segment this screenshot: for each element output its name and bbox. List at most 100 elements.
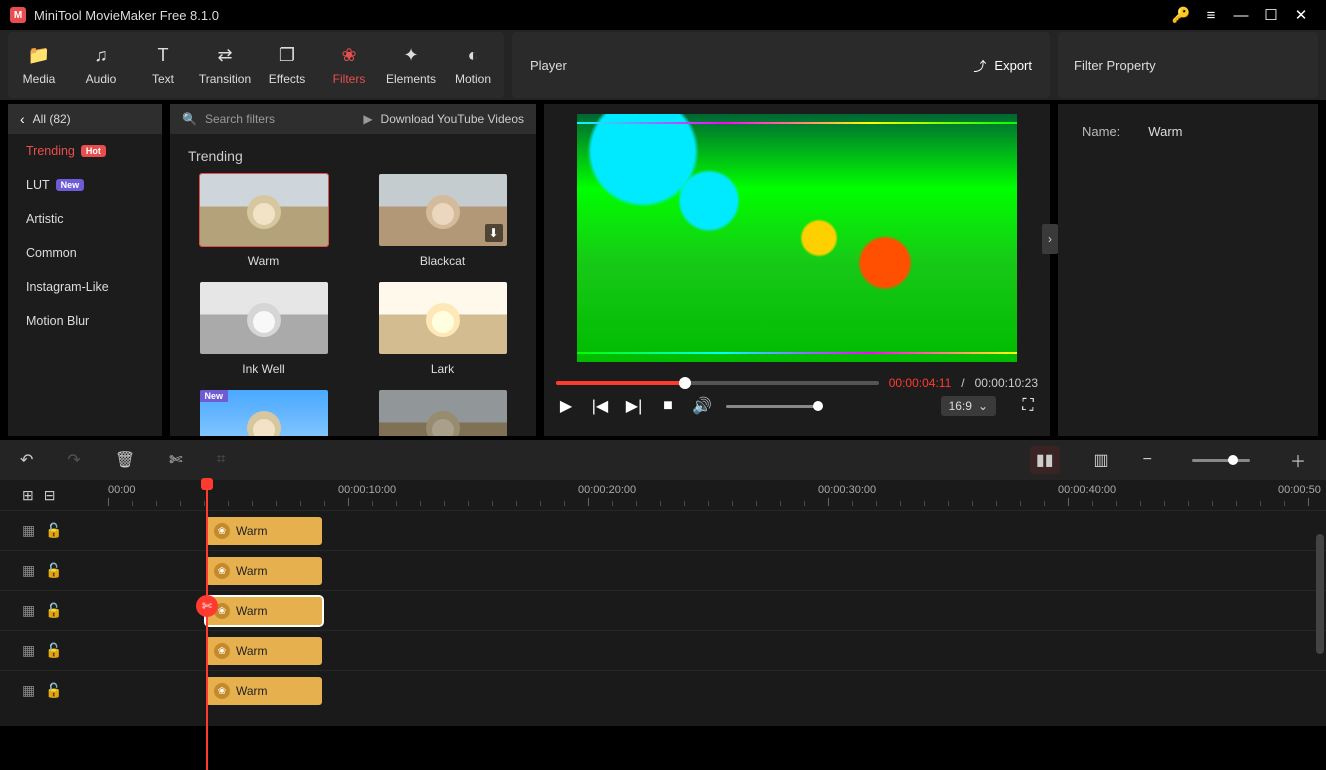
main-row: All (82) TrendingHotLUTNewArtisticCommon… xyxy=(0,104,1326,436)
filter-thumb-lark[interactable]: Lark xyxy=(367,282,518,376)
filter-thumb-item[interactable]: New xyxy=(188,390,339,436)
volume-icon[interactable]: 🔊 xyxy=(692,396,712,416)
tab-elements[interactable]: ✦Elements xyxy=(380,32,442,98)
track-lane[interactable]: ✄❀Warm xyxy=(90,590,1326,630)
category-trending[interactable]: TrendingHot xyxy=(8,134,162,168)
grid-section-title: Trending xyxy=(188,148,518,164)
crop-button[interactable]: ⌗ xyxy=(217,451,226,469)
track-head[interactable]: ▦🔓 xyxy=(0,550,90,590)
play-button[interactable]: ▶ xyxy=(556,396,576,416)
property-panel: Name: Warm xyxy=(1058,104,1318,436)
maximize-button[interactable]: ☐ xyxy=(1256,6,1286,24)
effects-icon: ❐ xyxy=(279,45,295,66)
timeline-ruler[interactable]: 00:0000:00:10:0000:00:20:0000:00:30:0000… xyxy=(90,480,1326,510)
zoom-slider[interactable] xyxy=(1192,459,1250,462)
hamburger-menu-icon[interactable]: ≡ xyxy=(1196,7,1226,24)
track-head[interactable]: ▦🔓 xyxy=(0,670,90,710)
youtube-icon[interactable]: ▶ xyxy=(363,112,372,126)
volume-slider[interactable] xyxy=(726,405,818,408)
vertical-scrollbar[interactable] xyxy=(1316,534,1324,654)
export-icon: ⤴ xyxy=(973,56,986,75)
time-total: 00:00:10:23 xyxy=(975,376,1038,390)
ruler-mark: 00:00 xyxy=(108,484,136,496)
export-label: Export xyxy=(994,58,1032,73)
download-icon[interactable]: ⬇ xyxy=(485,224,503,242)
lock-icon[interactable]: 🔓 xyxy=(45,522,62,539)
filmstrip-icon: ▦ xyxy=(22,562,35,579)
track-lane[interactable]: ❀Warm xyxy=(90,510,1326,550)
search-icon[interactable]: 🔍 xyxy=(182,112,197,126)
playhead[interactable] xyxy=(206,480,208,770)
redo-button[interactable]: ↷ xyxy=(67,450,80,470)
track-align-button[interactable]: ▥ xyxy=(1094,450,1109,470)
stop-button[interactable]: ■ xyxy=(658,397,678,415)
elements-icon: ✦ xyxy=(403,45,418,66)
tab-filters[interactable]: ❀Filters xyxy=(318,32,380,98)
clip-warm[interactable]: ❀Warm xyxy=(206,557,322,585)
preview-video[interactable] xyxy=(577,114,1017,362)
undo-button[interactable]: ↶ xyxy=(20,450,33,470)
fullscreen-button[interactable]: ⛶ xyxy=(1018,397,1038,415)
add-track-button[interactable]: ⊞ xyxy=(22,487,34,504)
track-head[interactable]: ▦🔓 xyxy=(0,510,90,550)
clip-warm[interactable]: ❀Warm xyxy=(206,637,322,665)
search-input[interactable]: Search filters xyxy=(205,112,275,126)
tab-motion[interactable]: ◐Motion xyxy=(442,32,504,98)
filter-thumb-warm[interactable]: Warm xyxy=(188,174,339,268)
filter-clip-icon: ❀ xyxy=(214,563,230,579)
ruler-mark: 00:00:50 xyxy=(1278,484,1321,496)
tab-media[interactable]: 📁Media xyxy=(8,32,70,98)
filter-thumb-item[interactable] xyxy=(367,390,518,436)
clip-warm[interactable]: ❀Warm xyxy=(206,597,322,625)
remove-track-button[interactable]: ⊟ xyxy=(44,487,56,504)
prev-frame-button[interactable]: |◀ xyxy=(590,396,610,416)
aspect-ratio-select[interactable]: 16:9 ⌄ xyxy=(941,396,996,416)
tab-effects[interactable]: ❐Effects xyxy=(256,32,318,98)
panel-collapse-handle[interactable]: › xyxy=(1042,224,1058,254)
tab-audio[interactable]: ♫Audio xyxy=(70,32,132,98)
lock-icon[interactable]: 🔓 xyxy=(45,642,62,659)
timeline-toolbar: ↶ ↷ 🗑 ✄ ⌗ ▮▮ ▥ − ＋ xyxy=(0,440,1326,480)
export-button[interactable]: ⤴ Export xyxy=(973,56,1032,75)
minimize-button[interactable]: — xyxy=(1226,7,1256,24)
property-header: Filter Property xyxy=(1058,32,1318,98)
badge-new: New xyxy=(56,179,85,191)
filters-icon: ❀ xyxy=(341,45,356,66)
lock-icon[interactable]: 🔓 xyxy=(45,562,62,579)
filter-thumb-ink-well[interactable]: Ink Well xyxy=(188,282,339,376)
track-head[interactable]: ▦🔓 xyxy=(0,630,90,670)
category-instagram-like[interactable]: Instagram-Like xyxy=(8,270,162,304)
filmstrip-icon: ▦ xyxy=(22,602,35,619)
next-frame-button[interactable]: ▶| xyxy=(624,396,644,416)
clip-warm[interactable]: ❀Warm xyxy=(206,517,322,545)
ruler-mark: 00:00:30:00 xyxy=(818,484,876,496)
close-button[interactable]: ✕ xyxy=(1286,6,1316,24)
timeline-tracks: ▦🔓▦🔓▦🔓▦🔓▦🔓 ❀Warm❀Warm✄❀Warm❀Warm❀Warm xyxy=(0,510,1326,726)
track-lane[interactable]: ❀Warm xyxy=(90,550,1326,590)
track-lane[interactable]: ❀Warm xyxy=(90,630,1326,670)
category-header[interactable]: All (82) xyxy=(8,104,162,134)
progress-bar[interactable]: 00:00:04:11 / 00:00:10:23 xyxy=(556,376,1038,390)
track-lane[interactable]: ❀Warm xyxy=(90,670,1326,710)
prop-name-value: Warm xyxy=(1148,124,1182,139)
category-artistic[interactable]: Artistic xyxy=(8,202,162,236)
snap-toggle[interactable]: ▮▮ xyxy=(1030,446,1060,474)
filter-grid-panel: 🔍 Search filters ▶ Download YouTube Vide… xyxy=(170,104,536,436)
delete-button[interactable]: 🗑 xyxy=(115,450,135,470)
track-head[interactable]: ▦🔓 xyxy=(0,590,90,630)
split-button[interactable]: ✄ xyxy=(169,450,182,470)
clip-warm[interactable]: ❀Warm xyxy=(206,677,322,705)
tab-transition[interactable]: ⇄Transition xyxy=(194,32,256,98)
cut-marker-icon[interactable]: ✄ xyxy=(196,595,218,617)
zoom-in-button[interactable]: ＋ xyxy=(1290,448,1306,472)
filter-thumb-blackcat[interactable]: ⬇Blackcat xyxy=(367,174,518,268)
key-icon[interactable]: 🔑 xyxy=(1166,6,1196,24)
category-lut[interactable]: LUTNew xyxy=(8,168,162,202)
tab-text[interactable]: TText xyxy=(132,32,194,98)
zoom-out-button[interactable]: − xyxy=(1143,451,1152,469)
download-youtube-link[interactable]: Download YouTube Videos xyxy=(381,112,524,126)
lock-icon[interactable]: 🔓 xyxy=(45,682,62,699)
category-common[interactable]: Common xyxy=(8,236,162,270)
category-motion-blur[interactable]: Motion Blur xyxy=(8,304,162,338)
lock-icon[interactable]: 🔓 xyxy=(45,602,62,619)
